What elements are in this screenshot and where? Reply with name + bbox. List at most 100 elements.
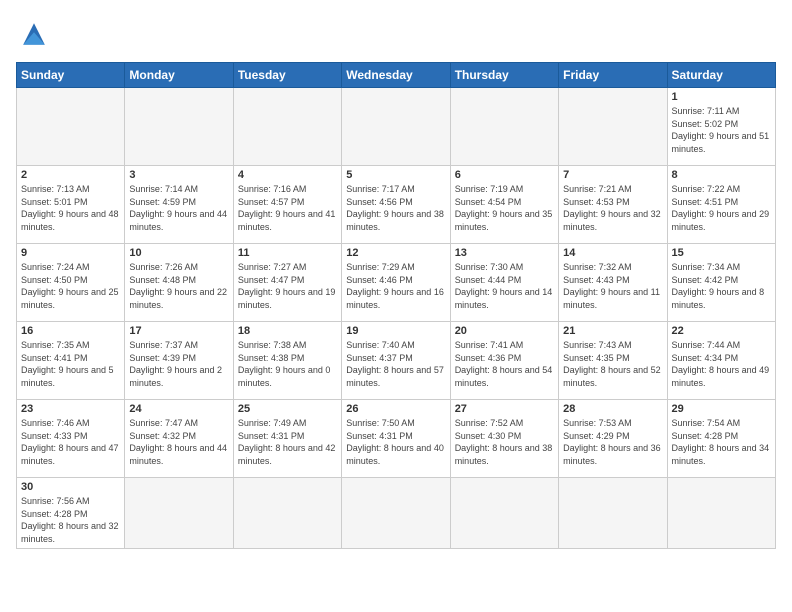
- calendar-cell: 15Sunrise: 7:34 AMSunset: 4:42 PMDayligh…: [667, 244, 775, 322]
- calendar-cell: [233, 478, 341, 549]
- calendar-cell: 21 Sunrise: 7:43 AMSunset: 4:35 PMDayligh…: [559, 322, 667, 400]
- day-number: 2: [21, 169, 120, 181]
- calendar-cell: [450, 88, 558, 166]
- day-number: 27: [455, 403, 554, 415]
- day-info: Sunrise: 7:44 AMSunset: 4:34 PMDaylight:…: [672, 339, 771, 389]
- day-info: Sunrise: 7:35 AMSunset: 4:41 PMDaylight:…: [21, 339, 120, 389]
- day-number: 3: [129, 169, 228, 181]
- day-info: Sunrise: 7:46 AMSunset: 4:33 PMDaylight:…: [21, 417, 120, 467]
- calendar-cell: 5Sunrise: 7:17 AMSunset: 4:56 PMDaylight…: [342, 166, 450, 244]
- day-number: 11: [238, 247, 337, 259]
- calendar-cell: 3 Sunrise: 7:14 AMSunset: 4:59 PMDaylight…: [125, 166, 233, 244]
- day-number: 28: [563, 403, 662, 415]
- calendar-cell: 19 Sunrise: 7:40 AMSunset: 4:37 PMDayligh…: [342, 322, 450, 400]
- day-number: 6: [455, 169, 554, 181]
- calendar-cell: 27 Sunrise: 7:52 AMSunset: 4:30 PMDayligh…: [450, 400, 558, 478]
- page: SundayMondayTuesdayWednesdayThursdayFrid…: [0, 0, 792, 612]
- day-info: Sunrise: 7:50 AMSunset: 4:31 PMDaylight:…: [346, 417, 445, 467]
- calendar-cell: [125, 88, 233, 166]
- calendar-header-row: SundayMondayTuesdayWednesdayThursdayFrid…: [17, 63, 776, 88]
- day-number: 19: [346, 325, 445, 337]
- weekday-header: Monday: [125, 63, 233, 88]
- calendar-week-row: 1 Sunrise: 7:11 AMSunset: 5:02 PMDaylight…: [17, 88, 776, 166]
- calendar-cell: 10 Sunrise: 7:26 AMSunset: 4:48 PMDayligh…: [125, 244, 233, 322]
- logo: [16, 16, 58, 52]
- day-number: 1: [672, 91, 771, 103]
- day-info: Sunrise: 7:54 AMSunset: 4:28 PMDaylight:…: [672, 417, 771, 467]
- day-info: Sunrise: 7:22 AMSunset: 4:51 PMDaylight:…: [672, 183, 771, 233]
- day-info: Sunrise: 7:29 AMSunset: 4:46 PMDaylight:…: [346, 261, 445, 311]
- day-number: 30: [21, 481, 120, 493]
- day-info: Sunrise: 7:21 AMSunset: 4:53 PMDaylight:…: [563, 183, 662, 233]
- calendar-cell: 23Sunrise: 7:46 AMSunset: 4:33 PMDayligh…: [17, 400, 125, 478]
- day-info: Sunrise: 7:41 AMSunset: 4:36 PMDaylight:…: [455, 339, 554, 389]
- calendar-cell: 12 Sunrise: 7:29 AMSunset: 4:46 PMDayligh…: [342, 244, 450, 322]
- day-number: 26: [346, 403, 445, 415]
- calendar-cell: [667, 478, 775, 549]
- weekday-header: Sunday: [17, 63, 125, 88]
- calendar-cell: [17, 88, 125, 166]
- weekday-header: Tuesday: [233, 63, 341, 88]
- calendar-cell: 29Sunrise: 7:54 AMSunset: 4:28 PMDayligh…: [667, 400, 775, 478]
- day-info: Sunrise: 7:37 AMSunset: 4:39 PMDaylight:…: [129, 339, 228, 389]
- weekday-header: Wednesday: [342, 63, 450, 88]
- day-info: Sunrise: 7:11 AMSunset: 5:02 PMDaylight:…: [672, 105, 771, 155]
- logo-icon: [16, 16, 52, 52]
- calendar-cell: 1 Sunrise: 7:11 AMSunset: 5:02 PMDaylight…: [667, 88, 775, 166]
- weekday-header: Friday: [559, 63, 667, 88]
- calendar-week-row: 30 Sunrise: 7:56 AMSunset: 4:28 PMDayligh…: [17, 478, 776, 549]
- day-info: Sunrise: 7:14 AMSunset: 4:59 PMDaylight:…: [129, 183, 228, 233]
- calendar-cell: 13Sunrise: 7:30 AMSunset: 4:44 PMDayligh…: [450, 244, 558, 322]
- calendar-cell: [125, 478, 233, 549]
- calendar-cell: 6 Sunrise: 7:19 AMSunset: 4:54 PMDaylight…: [450, 166, 558, 244]
- calendar-cell: 22Sunrise: 7:44 AMSunset: 4:34 PMDayligh…: [667, 322, 775, 400]
- day-number: 4: [238, 169, 337, 181]
- calendar-cell: 20 Sunrise: 7:41 AMSunset: 4:36 PMDayligh…: [450, 322, 558, 400]
- calendar-cell: 24Sunrise: 7:47 AMSunset: 4:32 PMDayligh…: [125, 400, 233, 478]
- calendar-week-row: 2 Sunrise: 7:13 AMSunset: 5:01 PMDaylight…: [17, 166, 776, 244]
- day-info: Sunrise: 7:56 AMSunset: 4:28 PMDaylight:…: [21, 495, 120, 545]
- calendar-cell: [233, 88, 341, 166]
- day-number: 7: [563, 169, 662, 181]
- calendar-cell: [559, 478, 667, 549]
- calendar-cell: 30 Sunrise: 7:56 AMSunset: 4:28 PMDayligh…: [17, 478, 125, 549]
- calendar-cell: 8Sunrise: 7:22 AMSunset: 4:51 PMDaylight…: [667, 166, 775, 244]
- day-number: 14: [563, 247, 662, 259]
- day-number: 10: [129, 247, 228, 259]
- calendar-cell: [342, 88, 450, 166]
- day-number: 25: [238, 403, 337, 415]
- day-number: 13: [455, 247, 554, 259]
- day-number: 17: [129, 325, 228, 337]
- day-number: 18: [238, 325, 337, 337]
- day-info: Sunrise: 7:13 AMSunset: 5:01 PMDaylight:…: [21, 183, 120, 233]
- day-info: Sunrise: 7:26 AMSunset: 4:48 PMDaylight:…: [129, 261, 228, 311]
- day-info: Sunrise: 7:32 AMSunset: 4:43 PMDaylight:…: [563, 261, 662, 311]
- calendar-cell: 11Sunrise: 7:27 AMSunset: 4:47 PMDayligh…: [233, 244, 341, 322]
- day-info: Sunrise: 7:16 AMSunset: 4:57 PMDaylight:…: [238, 183, 337, 233]
- calendar-cell: 25Sunrise: 7:49 AMSunset: 4:31 PMDayligh…: [233, 400, 341, 478]
- weekday-header: Saturday: [667, 63, 775, 88]
- day-info: Sunrise: 7:52 AMSunset: 4:30 PMDaylight:…: [455, 417, 554, 467]
- day-info: Sunrise: 7:24 AMSunset: 4:50 PMDaylight:…: [21, 261, 120, 311]
- day-number: 5: [346, 169, 445, 181]
- calendar-week-row: 23Sunrise: 7:46 AMSunset: 4:33 PMDayligh…: [17, 400, 776, 478]
- day-info: Sunrise: 7:38 AMSunset: 4:38 PMDaylight:…: [238, 339, 337, 389]
- calendar-cell: 28 Sunrise: 7:53 AMSunset: 4:29 PMDayligh…: [559, 400, 667, 478]
- calendar: SundayMondayTuesdayWednesdayThursdayFrid…: [16, 62, 776, 549]
- weekday-header: Thursday: [450, 63, 558, 88]
- day-info: Sunrise: 7:19 AMSunset: 4:54 PMDaylight:…: [455, 183, 554, 233]
- calendar-week-row: 9 Sunrise: 7:24 AMSunset: 4:50 PMDaylight…: [17, 244, 776, 322]
- day-info: Sunrise: 7:43 AMSunset: 4:35 PMDaylight:…: [563, 339, 662, 389]
- day-info: Sunrise: 7:34 AMSunset: 4:42 PMDaylight:…: [672, 261, 771, 311]
- day-number: 9: [21, 247, 120, 259]
- day-number: 20: [455, 325, 554, 337]
- day-number: 24: [129, 403, 228, 415]
- calendar-cell: 26 Sunrise: 7:50 AMSunset: 4:31 PMDayligh…: [342, 400, 450, 478]
- calendar-cell: 4 Sunrise: 7:16 AMSunset: 4:57 PMDaylight…: [233, 166, 341, 244]
- day-info: Sunrise: 7:40 AMSunset: 4:37 PMDaylight:…: [346, 339, 445, 389]
- calendar-cell: 14 Sunrise: 7:32 AMSunset: 4:43 PMDayligh…: [559, 244, 667, 322]
- day-info: Sunrise: 7:53 AMSunset: 4:29 PMDaylight:…: [563, 417, 662, 467]
- day-number: 21: [563, 325, 662, 337]
- day-number: 12: [346, 247, 445, 259]
- day-number: 16: [21, 325, 120, 337]
